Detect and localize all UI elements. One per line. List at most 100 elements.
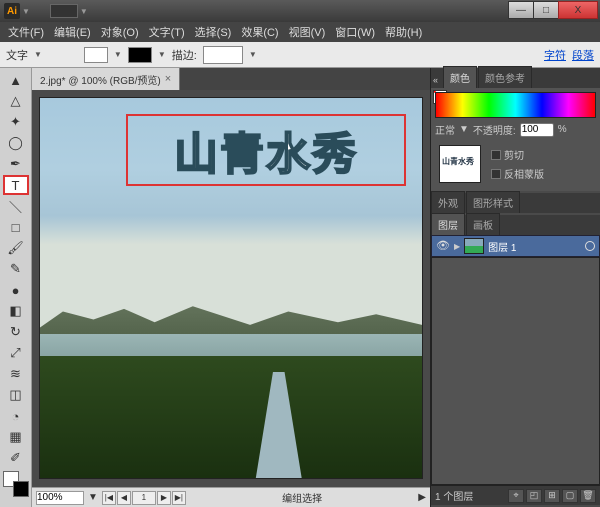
layers-list: 👁 ▶ 图层 1: [431, 235, 600, 257]
document-tab-close[interactable]: ×: [165, 73, 171, 85]
zoom-dropdown[interactable]: ▼: [88, 492, 98, 503]
document-tab-title: 2.jpg* @ 100% (RGB/预览): [40, 72, 161, 87]
type-tool[interactable]: T: [3, 175, 29, 195]
new-sublayer-icon[interactable]: ⊞: [544, 489, 560, 503]
stroke-weight-dropdown[interactable]: ▼: [249, 50, 257, 59]
menubar: 文件(F) 编辑(E) 对象(O) 文字(T) 选择(S) 效果(C) 视图(V…: [0, 22, 600, 42]
color-spectrum[interactable]: [435, 92, 596, 118]
menu-window[interactable]: 窗口(W): [331, 22, 379, 42]
tab-layers[interactable]: 图层: [431, 213, 465, 235]
paragraph-link[interactable]: 段落: [572, 47, 594, 63]
status-dropdown[interactable]: ▶: [418, 492, 426, 503]
panel-collapse-icon[interactable]: «: [431, 72, 443, 88]
document-status-bar: ▼ |◀ ◀ 1 ▶ ▶| 编组选择 ▶: [32, 487, 430, 507]
pen-tool[interactable]: ✒: [3, 154, 29, 174]
document-area: 2.jpg* @ 100% (RGB/预览) × 山青水秀 ▼ |◀ ◀: [32, 68, 430, 507]
arrange-dropdown[interactable]: ▼: [80, 7, 88, 16]
nav-first[interactable]: |◀: [102, 491, 116, 505]
locate-object-icon[interactable]: ⌖: [508, 489, 524, 503]
tab-color-guide[interactable]: 颜色参考: [478, 66, 532, 88]
nav-last[interactable]: ▶|: [172, 491, 186, 505]
stroke-weight-input[interactable]: [203, 46, 243, 64]
app-logo: Ai: [4, 3, 20, 19]
layer-target-icon[interactable]: [585, 241, 595, 251]
stroke-color[interactable]: [13, 481, 29, 497]
canvas-viewport[interactable]: 山青水秀: [32, 90, 430, 487]
appearance-panel: 外观 图形样式: [431, 193, 600, 213]
eyedropper-tool[interactable]: ✐: [3, 448, 29, 468]
make-clip-icon[interactable]: ◰: [526, 489, 542, 503]
magic-wand-tool[interactable]: ✦: [3, 112, 29, 132]
menu-file[interactable]: 文件(F): [4, 22, 48, 42]
layers-empty-area[interactable]: [431, 257, 600, 485]
menu-select[interactable]: 选择(S): [191, 22, 236, 42]
tab-graphic-styles[interactable]: 图形样式: [466, 191, 520, 213]
line-tool[interactable]: ＼: [3, 196, 29, 216]
maximize-button[interactable]: □: [533, 1, 559, 19]
artwork-grass: [40, 356, 422, 478]
fill-stroke-colors[interactable]: [3, 471, 29, 497]
eraser-tool[interactable]: ◧: [3, 301, 29, 321]
menu-object[interactable]: 对象(O): [97, 22, 143, 42]
tab-color[interactable]: 颜色: [443, 66, 477, 88]
opacity-input[interactable]: [520, 123, 554, 137]
artwork-text[interactable]: 山青水秀: [174, 118, 358, 182]
opacity-label: 不透明度:: [473, 122, 516, 137]
tab-appearance[interactable]: 外观: [431, 191, 465, 213]
minimize-button[interactable]: —: [508, 1, 534, 19]
paintbrush-tool[interactable]: 🖌: [3, 238, 29, 258]
shape-builder-tool[interactable]: ◔: [3, 406, 29, 426]
workspace-dropdown[interactable]: ▼: [22, 7, 30, 16]
selection-tool[interactable]: ▲: [3, 70, 29, 90]
layer-visibility-icon[interactable]: 👁: [436, 239, 450, 253]
menu-view[interactable]: 视图(V): [285, 22, 330, 42]
layer-row[interactable]: 👁 ▶ 图层 1: [431, 235, 600, 257]
fill-dropdown[interactable]: ▼: [114, 50, 122, 59]
canvas[interactable]: 山青水秀: [40, 98, 422, 478]
stroke-label: 描边:: [172, 47, 197, 63]
rotate-tool[interactable]: ↻: [3, 322, 29, 342]
opacity-pct: %: [558, 124, 567, 135]
pencil-tool[interactable]: ✎: [3, 259, 29, 279]
direct-selection-tool[interactable]: △: [3, 91, 29, 111]
color-panel-body: 正常 ▼ 不透明度: % 剪切 反相蒙版: [431, 88, 600, 191]
clip-checkbox[interactable]: 剪切: [491, 147, 544, 162]
stroke-swatch[interactable]: [128, 47, 152, 63]
options-context-dropdown[interactable]: ▼: [34, 50, 42, 59]
scale-tool[interactable]: ⤢: [3, 343, 29, 363]
nav-prev[interactable]: ◀: [117, 491, 131, 505]
layer-expand-icon[interactable]: ▶: [454, 242, 460, 251]
appearance-panel-tabs: 外观 图形样式: [431, 193, 600, 213]
zoom-input[interactable]: [36, 491, 84, 505]
stroke-dropdown[interactable]: ▼: [158, 50, 166, 59]
nav-page[interactable]: 1: [132, 491, 156, 505]
document-tab[interactable]: 2.jpg* @ 100% (RGB/预览) ×: [32, 68, 180, 90]
blend-mode-dropdown[interactable]: ▼: [459, 124, 469, 135]
status-text: 编组选择: [190, 490, 414, 505]
arrange-docs-button[interactable]: [50, 4, 78, 18]
character-link[interactable]: 字符: [544, 47, 566, 63]
layer-name[interactable]: 图层 1: [488, 239, 581, 254]
text-selection-frame[interactable]: 山青水秀: [126, 114, 406, 186]
color-panel: « 颜色 颜色参考 正常 ▼ 不透明度: %: [431, 68, 600, 191]
free-transform-tool[interactable]: ◫: [3, 385, 29, 405]
invert-mask-checkbox[interactable]: 反相蒙版: [491, 166, 544, 181]
gradient-tool[interactable]: ▦: [3, 427, 29, 447]
tab-artboards[interactable]: 画板: [466, 213, 500, 235]
menu-edit[interactable]: 编辑(E): [50, 22, 95, 42]
options-context-label: 文字: [6, 47, 28, 63]
close-button[interactable]: X: [558, 1, 598, 19]
fill-swatch[interactable]: [84, 47, 108, 63]
color-panel-tabs: « 颜色 颜色参考: [431, 68, 600, 88]
menu-help[interactable]: 帮助(H): [381, 22, 426, 42]
width-tool[interactable]: ≋: [3, 364, 29, 384]
delete-layer-icon[interactable]: 🗑: [580, 489, 596, 503]
nav-next[interactable]: ▶: [157, 491, 171, 505]
layer-thumbnail: [464, 238, 484, 254]
menu-type[interactable]: 文字(T): [145, 22, 189, 42]
menu-effect[interactable]: 效果(C): [237, 22, 282, 42]
blob-brush-tool[interactable]: ●: [3, 280, 29, 300]
lasso-tool[interactable]: ◯: [3, 133, 29, 153]
new-layer-icon[interactable]: ▢: [562, 489, 578, 503]
rectangle-tool[interactable]: □: [3, 217, 29, 237]
